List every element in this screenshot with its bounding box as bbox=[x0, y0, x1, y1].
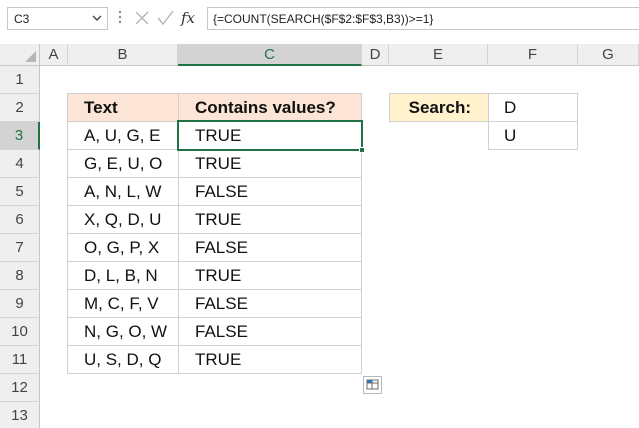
table-cell-text[interactable]: U, S, D, Q bbox=[67, 345, 179, 374]
search-value-2[interactable]: U bbox=[488, 121, 578, 150]
table-cell-text[interactable]: N, G, O, W bbox=[67, 317, 179, 346]
table-cell-text[interactable]: O, G, P, X bbox=[67, 233, 179, 262]
column-header-c[interactable]: C bbox=[178, 44, 362, 66]
column-header-g[interactable]: G bbox=[578, 44, 639, 66]
formula-text: {=COUNT(SEARCH($F$2:$F$3,B3))>=1} bbox=[213, 12, 434, 26]
fx-icon[interactable]: fx bbox=[181, 9, 195, 32]
table-cell-result[interactable]: FALSE bbox=[178, 177, 362, 206]
row-header-9[interactable]: 9 bbox=[0, 290, 40, 318]
table-cell-result[interactable]: FALSE bbox=[178, 317, 362, 346]
column-header-a[interactable]: A bbox=[40, 44, 68, 66]
table-cell-text[interactable]: A, N, L, W bbox=[67, 177, 179, 206]
table-cell-result[interactable]: TRUE bbox=[178, 261, 362, 290]
row-header-11[interactable]: 11 bbox=[0, 346, 40, 374]
row-header-8[interactable]: 8 bbox=[0, 262, 40, 290]
column-header-f[interactable]: F bbox=[488, 44, 578, 66]
table-cell-result[interactable]: FALSE bbox=[178, 233, 362, 262]
table-header-contains[interactable]: Contains values? bbox=[178, 93, 362, 122]
table-cell-result[interactable]: TRUE bbox=[178, 345, 362, 374]
table-header-text[interactable]: Text bbox=[67, 93, 179, 122]
search-value-1[interactable]: D bbox=[488, 93, 578, 122]
table-cell-result[interactable]: FALSE bbox=[178, 289, 362, 318]
chevron-down-icon[interactable] bbox=[92, 11, 102, 28]
table-cell-text[interactable]: A, U, G, E bbox=[67, 121, 179, 150]
table-cell-text[interactable]: X, Q, D, U bbox=[67, 205, 179, 234]
selected-cell-c3[interactable] bbox=[177, 120, 363, 151]
column-header-d[interactable]: D bbox=[362, 44, 389, 66]
spreadsheet-grid: A B C D E F G 1 2 3 4 5 6 7 8 9 10 11 12… bbox=[0, 44, 639, 428]
row-header-1[interactable]: 1 bbox=[0, 66, 40, 94]
table-cell-text[interactable]: M, C, F, V bbox=[67, 289, 179, 318]
more-options-icon[interactable] bbox=[117, 9, 123, 25]
table-cell-result[interactable]: TRUE bbox=[178, 205, 362, 234]
name-box[interactable]: C3 bbox=[7, 7, 108, 30]
check-icon[interactable] bbox=[156, 7, 174, 30]
name-box-value: C3 bbox=[14, 12, 30, 26]
quick-analysis-icon[interactable] bbox=[363, 376, 382, 394]
table-cell-result[interactable]: TRUE bbox=[178, 149, 362, 178]
formula-input[interactable]: {=COUNT(SEARCH($F$2:$F$3,B3))>=1} bbox=[207, 7, 639, 30]
row-header-4[interactable]: 4 bbox=[0, 150, 40, 178]
row-header-10[interactable]: 10 bbox=[0, 318, 40, 346]
row-header-13[interactable]: 13 bbox=[0, 402, 40, 428]
row-header-6[interactable]: 6 bbox=[0, 206, 40, 234]
formula-bar: C3 fx {=COUNT(SEARCH($F$2:$F$3,B3))>=1} bbox=[0, 0, 639, 37]
row-header-7[interactable]: 7 bbox=[0, 234, 40, 262]
column-header-b[interactable]: B bbox=[68, 44, 178, 66]
fill-handle[interactable] bbox=[359, 147, 365, 153]
row-header-2[interactable]: 2 bbox=[0, 94, 40, 122]
table-cell-text[interactable]: D, L, B, N bbox=[67, 261, 179, 290]
select-all-button[interactable] bbox=[0, 44, 40, 66]
row-header-5[interactable]: 5 bbox=[0, 178, 40, 206]
search-label[interactable]: Search: bbox=[389, 93, 489, 122]
column-header-e[interactable]: E bbox=[389, 44, 488, 66]
row-header-12[interactable]: 12 bbox=[0, 374, 40, 402]
row-header-3[interactable]: 3 bbox=[0, 122, 40, 150]
close-icon[interactable] bbox=[133, 7, 151, 30]
table-cell-text[interactable]: G, E, U, O bbox=[67, 149, 179, 178]
